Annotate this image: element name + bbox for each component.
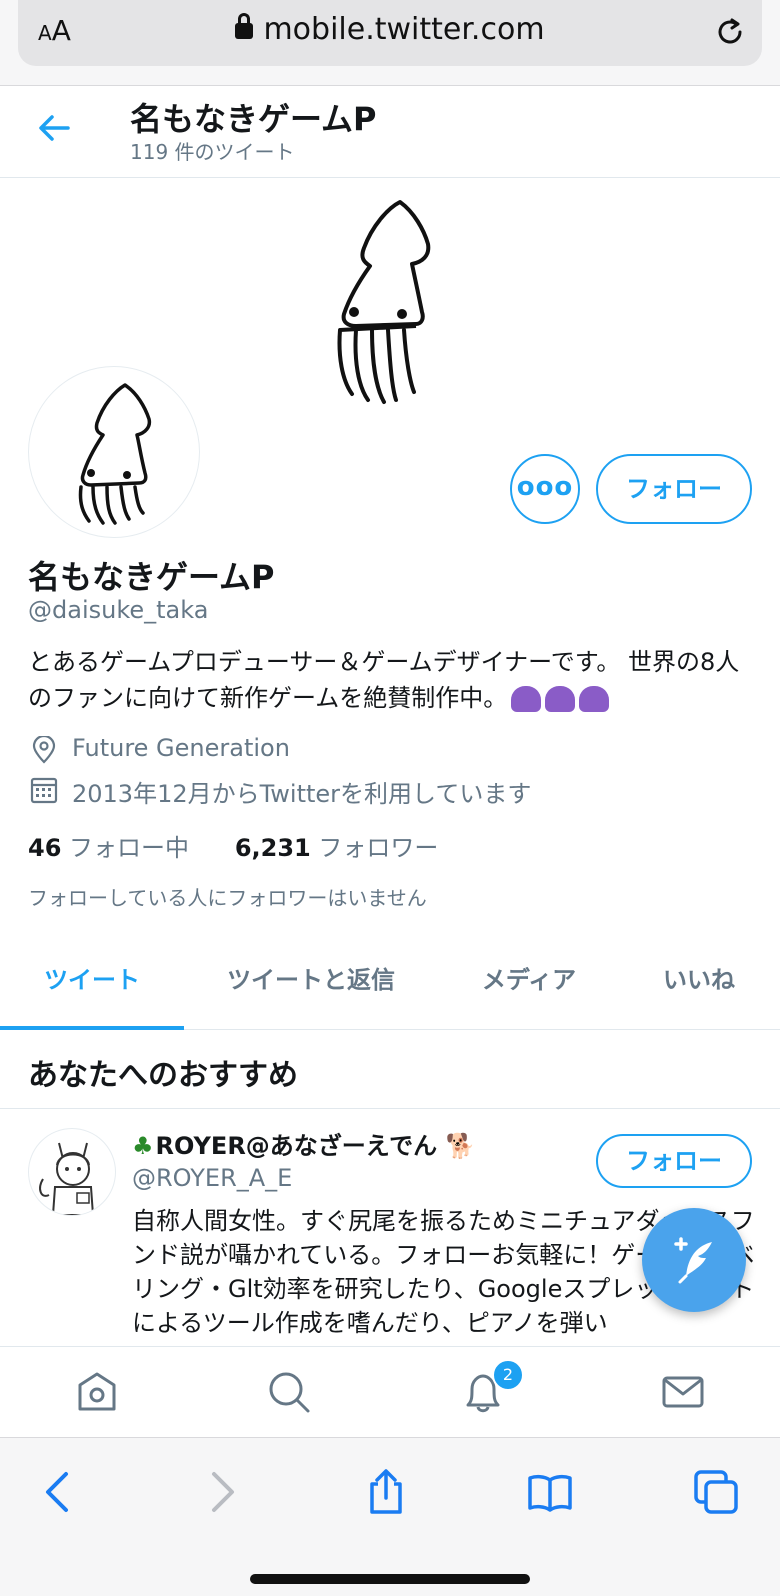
recommended-user-handle: @ROYER_A_E <box>132 1164 293 1192</box>
profile-joined: 2013年12月からTwitterを利用しています <box>28 774 628 808</box>
reload-icon[interactable] <box>712 14 748 50</box>
home-icon[interactable] <box>74 1369 120 1415</box>
share-icon[interactable] <box>362 1468 410 1516</box>
avatar-squid-image <box>78 383 152 525</box>
more-options-button[interactable]: ooo <box>510 454 580 524</box>
recommend-title: あなたへのおすすめ <box>28 1058 298 1093</box>
location-pin-icon <box>32 736 56 764</box>
anime-girl-avatar-image <box>39 1142 95 1215</box>
lock-icon <box>235 13 254 39</box>
profile-header-bar: 名もなきゲームP 119 件のツイート <box>0 86 780 178</box>
url-text[interactable]: mobile.twitter.com <box>18 12 762 47</box>
tabs-icon[interactable] <box>692 1468 740 1516</box>
profile-avatar[interactable] <box>28 366 200 538</box>
tweet-count: 119 件のツイート <box>130 140 295 164</box>
header-title: 名もなきゲームP <box>130 100 377 138</box>
tab-tweets[interactable]: ツイート <box>0 938 184 1030</box>
browser-back-icon[interactable] <box>34 1468 82 1516</box>
address-bar[interactable]: AA mobile.twitter.com <box>18 0 762 66</box>
recommended-user-avatar[interactable] <box>28 1128 116 1216</box>
followers-link[interactable]: 6,231 フォロワー <box>235 834 439 862</box>
profile-name: 名もなきゲームP <box>28 558 275 596</box>
profile-tabs: ツイート ツイートと返信 メディア いいね <box>0 938 780 1030</box>
notification-badge: 2 <box>492 1359 524 1391</box>
profile-location: Future Generation <box>28 734 428 766</box>
clover-emoji-icon: ♣ <box>132 1132 154 1160</box>
dog-emoji-icon: 🐕 <box>445 1132 476 1160</box>
profile-handle: @daisuke_taka <box>28 596 209 624</box>
recommended-follow-button[interactable]: フォロー <box>596 1134 752 1188</box>
octopus-emoji-icon <box>579 686 610 712</box>
tab-media[interactable]: メディア <box>444 938 614 1030</box>
octopus-emoji-icon <box>511 686 542 712</box>
active-tab-indicator <box>0 1026 184 1030</box>
follow-stats: 46 フォロー中 6,231 フォロワー <box>28 828 438 863</box>
octopus-emoji-icon <box>545 686 576 712</box>
divider <box>0 1108 780 1109</box>
browser-toolbar <box>0 1438 780 1596</box>
mail-icon[interactable] <box>660 1369 706 1415</box>
browser-top-bar: AA mobile.twitter.com <box>0 0 780 86</box>
browser-forward-icon[interactable] <box>198 1468 246 1516</box>
twitter-bottom-nav: 2 <box>0 1346 780 1438</box>
followers-you-follow-note: フォローしている人にフォロワーはいません <box>28 886 427 910</box>
compose-tweet-button[interactable] <box>642 1208 746 1312</box>
profile-bio: とあるゲームプロデューサー＆ゲームデザイナーです。 世界の8人のファンに向けて新… <box>28 648 740 712</box>
back-arrow-icon[interactable] <box>36 110 72 146</box>
bookmarks-icon[interactable] <box>526 1468 574 1516</box>
home-indicator <box>250 1574 530 1584</box>
search-icon[interactable] <box>266 1369 312 1415</box>
following-link[interactable]: 46 フォロー中 <box>28 834 189 862</box>
tab-tweets-replies[interactable]: ツイートと返信 <box>196 938 426 1030</box>
calendar-icon <box>30 777 58 804</box>
tab-likes[interactable]: いいね <box>626 938 772 1030</box>
recommended-user-name[interactable]: ♣ROYER@あなざーえでん 🐕 <box>132 1126 475 1161</box>
banner-squid-image <box>337 200 431 404</box>
follow-button[interactable]: フォロー <box>596 454 752 524</box>
compose-feather-icon <box>674 1237 712 1284</box>
